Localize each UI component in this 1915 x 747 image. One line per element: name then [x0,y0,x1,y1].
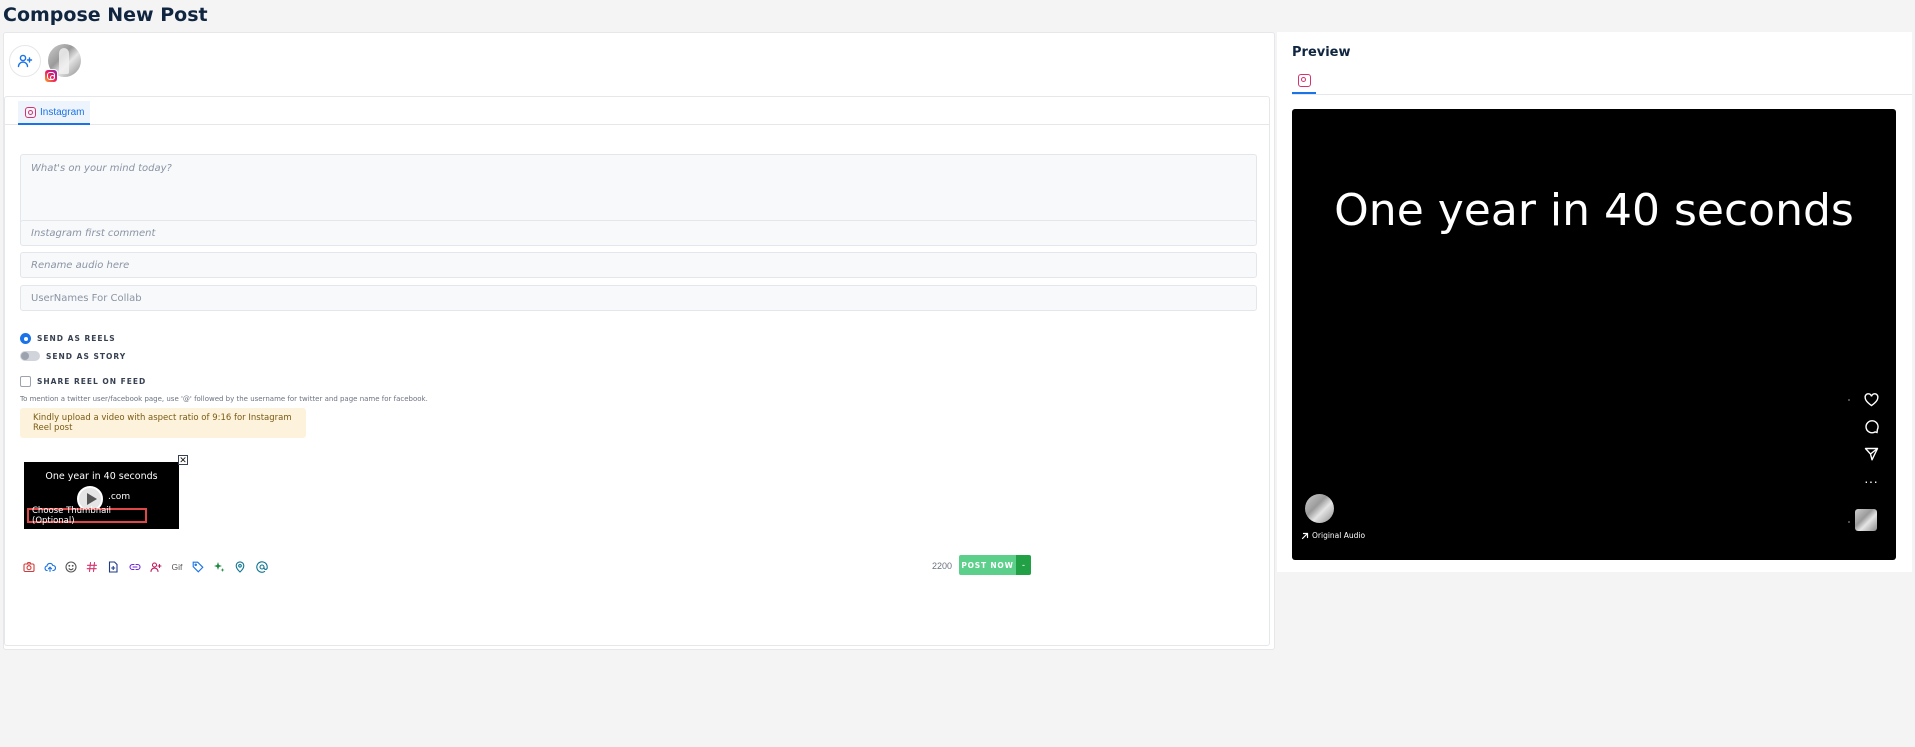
reel-preview: One year in 40 seconds ··· Original Audi… [1292,109,1896,560]
audio-thumbnail [1855,509,1877,531]
preview-title: Preview [1292,45,1351,60]
instagram-icon [25,106,36,118]
video-thumbnail[interactable]: One year in 40 seconds .com Choose Thumb… [24,462,179,529]
message-textarea[interactable]: What's on your mind today? [20,154,1257,229]
compose-card: Instagram What's on your mind today? Ins… [3,32,1275,650]
share-reel-on-feed-option[interactable]: SHARE REEL ON FEED [20,376,146,387]
first-comment-input[interactable]: Instagram first comment [20,220,1257,246]
send-as-reels-label: SEND AS REELS [37,334,116,343]
send-as-story-option[interactable]: SEND AS STORY [20,351,126,361]
remove-media-button[interactable]: ✕ [178,455,188,465]
preview-panel: Preview One year in 40 seconds ··· Origi… [1277,32,1912,572]
gif-icon[interactable]: Gif [166,558,187,576]
add-user-icon [17,54,33,68]
preview-divider [1292,94,1912,95]
rename-audio-input[interactable]: Rename audio here [20,252,1257,278]
arrow-up-right-icon [1301,532,1309,539]
sparkle-icon[interactable] [209,558,230,576]
original-audio[interactable]: Original Audio [1301,531,1365,540]
emoji-icon[interactable] [60,558,81,576]
choose-thumbnail-button[interactable]: Choose Thumbnail (Optional) [27,506,147,526]
heart-icon[interactable] [1862,392,1880,408]
send-as-story-toggle[interactable] [20,351,40,361]
thumbnail-subtitle: .com [108,492,131,502]
comment-icon[interactable] [1862,419,1880,435]
share-reel-on-feed-checkbox[interactable] [20,376,31,387]
page-title: Compose New Post [3,4,208,26]
instagram-icon [44,69,58,83]
reel-avatar [1305,494,1334,523]
share-reel-on-feed-label: SHARE REEL ON FEED [37,377,147,386]
location-icon[interactable] [230,558,251,576]
instagram-icon [1297,73,1311,87]
preview-tab-instagram[interactable] [1292,68,1316,94]
send-as-story-label: SEND AS STORY [46,351,127,361]
reel-title: One year in 40 seconds [1334,185,1854,236]
mention-hint: To mention a twitter user/facebook page,… [20,395,428,403]
tab-instagram-label: Instagram [40,106,85,118]
thumbnail-title: One year in 40 seconds [45,471,158,482]
camera-icon[interactable] [18,558,39,576]
post-options-dropdown[interactable]: - [1016,555,1031,575]
post-now-button[interactable]: POST NOW [959,555,1016,575]
editor-panel: Instagram What's on your mind today? Ins… [4,96,1270,646]
link-icon[interactable] [124,558,145,576]
more-icon[interactable]: ··· [1862,473,1880,489]
character-count: 2200 [932,561,953,571]
aspect-ratio-warning: Kindly upload a video with aspect ratio … [20,408,306,438]
tab-instagram[interactable]: Instagram [18,101,91,125]
document-icon[interactable] [103,558,124,576]
reel-actions: ··· [1862,392,1880,489]
send-as-reels-radio[interactable] [20,333,31,344]
network-tabs: Instagram [5,97,1269,125]
collab-usernames-input[interactable]: UserNames For Collab [20,285,1257,311]
share-icon[interactable] [1862,446,1880,462]
tag-icon[interactable] [188,558,209,576]
composer-toolbar: Gif [18,558,272,576]
reel-dot [1848,521,1850,523]
upload-icon[interactable] [39,558,60,576]
tag-user-icon[interactable] [145,558,166,576]
add-account-button[interactable] [9,45,41,77]
original-audio-label: Original Audio [1312,531,1366,540]
send-as-reels-option[interactable]: SEND AS REELS [20,333,116,344]
mention-icon[interactable] [251,558,272,576]
hashtag-icon[interactable] [82,558,103,576]
reel-dot [1848,399,1850,401]
